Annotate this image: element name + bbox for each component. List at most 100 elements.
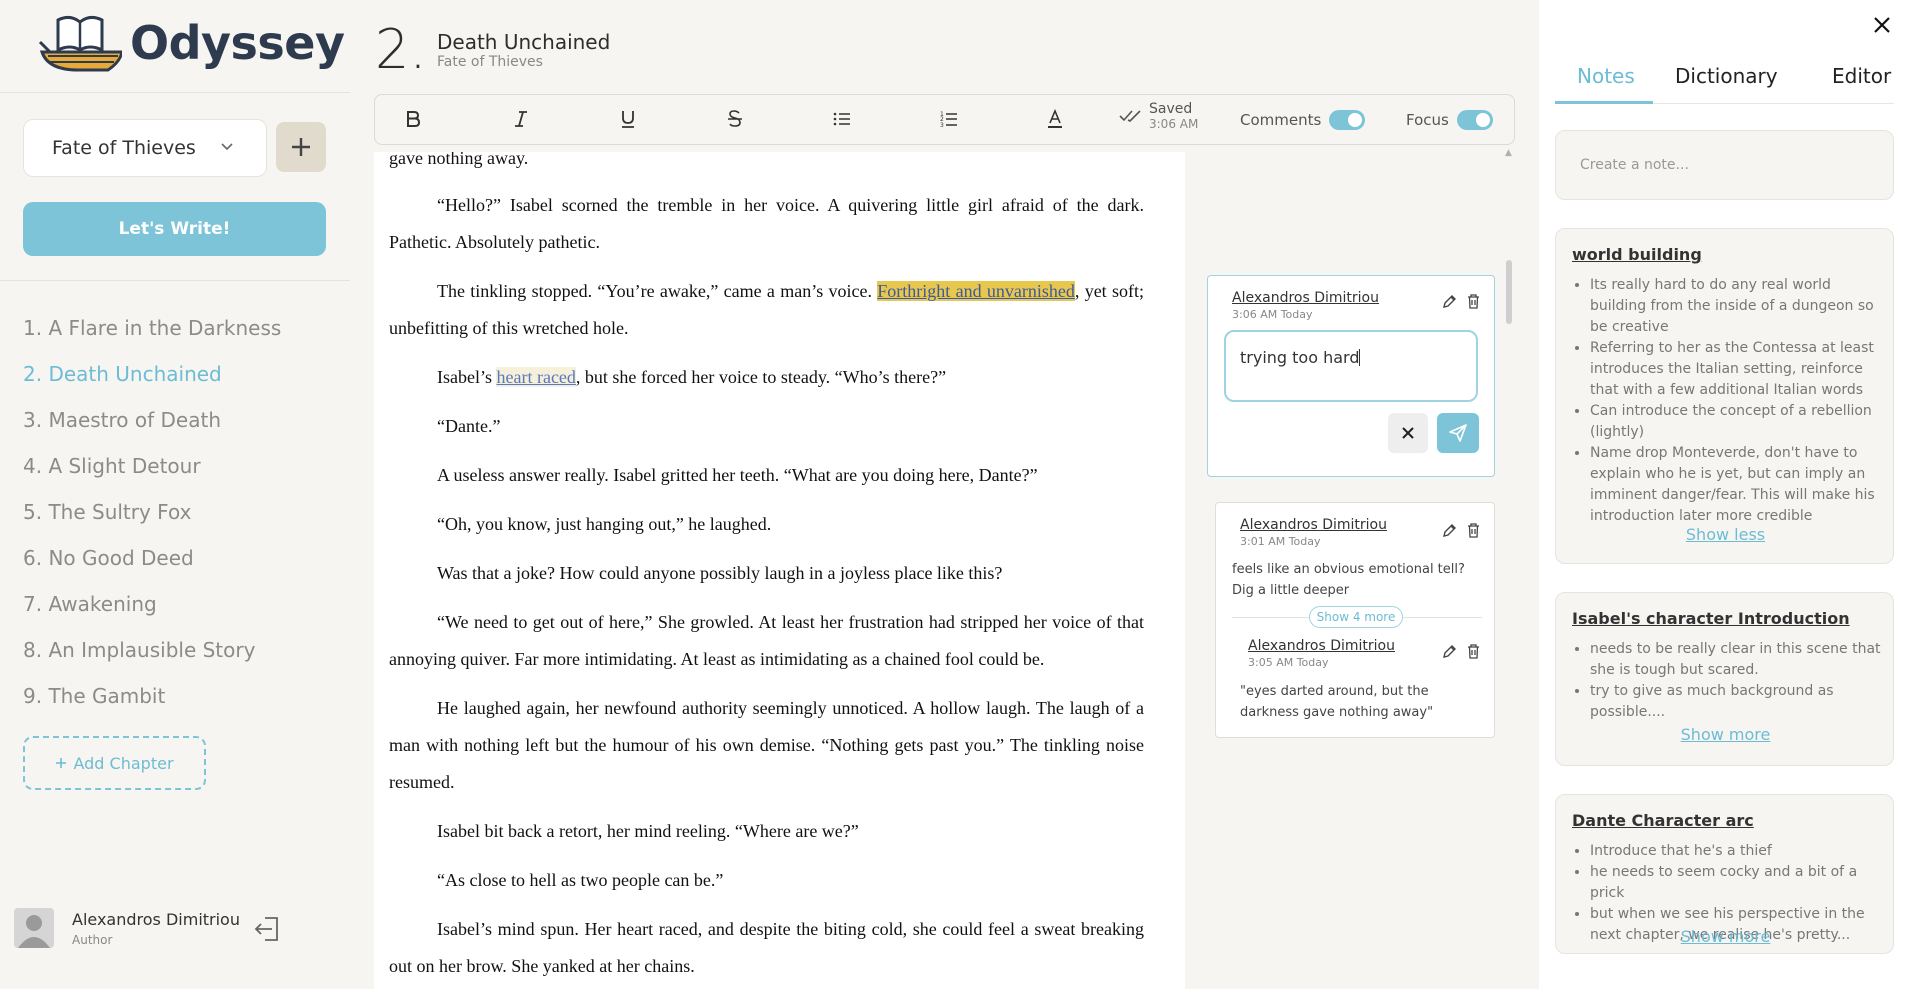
comments-toggle-label: Comments xyxy=(1240,111,1322,129)
trash-icon[interactable] xyxy=(1467,644,1480,659)
paragraph: Isabel’s heart raced, but she forced her… xyxy=(389,359,1144,396)
chapter-item[interactable]: 9. The Gambit xyxy=(23,676,281,722)
show-less-link[interactable]: Show less xyxy=(1556,525,1895,544)
paragraph: Was that a joke? How could anyone possib… xyxy=(437,563,1003,583)
note-title[interactable]: Dante Character arc xyxy=(1572,811,1754,830)
paragraph: Isabel bit back a retort, her mind reeli… xyxy=(437,821,859,841)
note-item: Introduce that he's a thief xyxy=(1590,841,1882,862)
chapter-title: Death Unchained xyxy=(437,30,611,54)
add-chapter-button[interactable]: Add Chapter xyxy=(23,736,206,790)
paragraph: The tinkling stopped. “You’re awake,” ca… xyxy=(389,273,1144,347)
logout-icon[interactable] xyxy=(252,914,282,944)
trash-icon[interactable] xyxy=(1467,294,1480,309)
commented-highlight[interactable]: heart raced xyxy=(496,367,576,387)
chapter-item[interactable]: 8. An Implausible Story xyxy=(23,630,281,676)
numbered-list-icon[interactable]: 123 xyxy=(940,110,958,128)
close-icon xyxy=(1401,426,1415,440)
comments-toggle[interactable] xyxy=(1329,110,1366,130)
show-more-replies-button[interactable]: Show 4 more xyxy=(1309,606,1403,628)
note-title[interactable]: Isabel's character Introduction xyxy=(1572,609,1850,628)
edit-pencil-icon[interactable] xyxy=(1442,523,1457,538)
ship-book-logo-icon xyxy=(38,12,122,74)
editor-scrollbar[interactable] xyxy=(1506,260,1512,324)
focus-toggle[interactable] xyxy=(1456,110,1493,130)
scroll-up-icon[interactable]: ▲ xyxy=(1505,148,1512,158)
paragraph-text: Isabel’s xyxy=(437,367,497,387)
strikethrough-icon[interactable] xyxy=(727,109,743,129)
note-item: Name drop Monteverde, don't have to expl… xyxy=(1590,443,1882,527)
paragraph: Isabel’s mind spun. Her heart raced, and… xyxy=(389,919,1144,976)
comment-time: 3:01 AM Today xyxy=(1240,535,1321,548)
book-select[interactable]: Fate of Thieves xyxy=(23,119,267,177)
lets-write-button[interactable]: Let's Write! xyxy=(23,202,326,256)
chapter-item[interactable]: 6. No Good Deed xyxy=(23,538,281,584)
create-note-input[interactable]: Create a note... xyxy=(1555,130,1894,200)
edit-pencil-icon[interactable] xyxy=(1442,644,1457,659)
chapter-list: 1. A Flare in the Darkness 2. Death Unch… xyxy=(23,308,281,722)
comment-author[interactable]: Alexandros Dimitriou xyxy=(1232,290,1379,306)
add-chapter-label: Add Chapter xyxy=(73,753,174,773)
note-item: Can introduce the concept of a rebellion… xyxy=(1590,401,1882,443)
comment-input-value: trying too hard xyxy=(1240,348,1360,367)
edit-pencil-icon[interactable] xyxy=(1442,294,1457,309)
chapter-item[interactable]: 1. A Flare in the Darkness xyxy=(23,308,281,354)
comment-input[interactable]: trying too hard xyxy=(1224,330,1478,402)
show-more-link[interactable]: Show more xyxy=(1556,927,1895,946)
note-item: Its really hard to do any real world bui… xyxy=(1590,275,1882,338)
comment-time: 3:05 AM Today xyxy=(1248,656,1329,669)
plus-icon xyxy=(290,136,312,158)
manuscript-editor[interactable]: gave nothing away. “Hello?” Isabel scorn… xyxy=(374,152,1185,989)
svg-text:3: 3 xyxy=(940,122,944,128)
text-color-icon[interactable] xyxy=(1047,109,1063,129)
commented-highlight[interactable]: Forthright and unvarnished xyxy=(877,281,1075,301)
underline-icon[interactable] xyxy=(620,109,636,129)
chapter-item[interactable]: 5. The Sultry Fox xyxy=(23,492,281,538)
paragraph: gave nothing away. xyxy=(389,152,529,168)
close-icon[interactable] xyxy=(1873,16,1891,34)
plus-icon xyxy=(55,757,67,769)
cancel-comment-button[interactable] xyxy=(1388,413,1428,453)
active-tab-indicator xyxy=(1555,101,1653,104)
paragraph: “We need to get out of here,” She growle… xyxy=(389,612,1144,669)
tab-notes[interactable]: Notes xyxy=(1577,64,1635,88)
note-list: Its really hard to do any real world bui… xyxy=(1572,275,1882,527)
comment-text: feels like an obvious emotional tell? Di… xyxy=(1232,562,1465,598)
italic-icon[interactable] xyxy=(513,110,529,128)
send-comment-button[interactable] xyxy=(1437,413,1479,453)
double-check-icon xyxy=(1119,109,1143,123)
text-cursor xyxy=(1359,349,1361,366)
paragraph: A useless answer really. Isabel gritted … xyxy=(437,465,1038,485)
sidebar: Odyssey Fate of Thieves Let's Write! 1. … xyxy=(0,0,350,989)
divider xyxy=(0,92,350,93)
chapter-item[interactable]: 7. Awakening xyxy=(23,584,281,630)
app-name: Odyssey xyxy=(130,16,345,70)
saved-time: 3:06 AM xyxy=(1149,117,1199,131)
avatar[interactable] xyxy=(14,908,54,948)
comment-text: "eyes darted around, but the darkness ga… xyxy=(1240,684,1434,720)
send-icon xyxy=(1448,423,1468,443)
tab-dictionary[interactable]: Dictionary xyxy=(1675,64,1778,88)
editor-content[interactable]: gave nothing away. “Hello?” Isabel scorn… xyxy=(389,152,1144,989)
notes-panel: Notes Dictionary Editor Create a note...… xyxy=(1539,0,1910,989)
comment-author[interactable]: Alexandros Dimitriou xyxy=(1240,517,1387,533)
bullet-list-icon[interactable] xyxy=(833,111,851,127)
comment-time: 3:06 AM Today xyxy=(1232,308,1313,321)
save-status: Saved 3:06 AM xyxy=(1119,101,1198,131)
add-book-button[interactable] xyxy=(276,122,326,172)
note-card: Dante Character arc Introduce that he's … xyxy=(1555,794,1894,954)
chevron-down-icon xyxy=(220,142,234,152)
new-comment-card: Alexandros Dimitriou 3:06 AM Today tryin… xyxy=(1207,275,1495,477)
trash-icon[interactable] xyxy=(1467,523,1480,538)
app-logo[interactable]: Odyssey xyxy=(38,12,345,74)
note-item: Referring to her as the Contessa at leas… xyxy=(1590,338,1882,401)
bold-icon[interactable] xyxy=(405,110,421,128)
chapter-item[interactable]: 3. Maestro of Death xyxy=(23,400,281,446)
focus-toggle-group: Focus xyxy=(1406,110,1493,130)
comment-author[interactable]: Alexandros Dimitriou xyxy=(1248,638,1395,654)
note-title[interactable]: world building xyxy=(1572,245,1702,264)
chapter-item[interactable]: 4. A Slight Detour xyxy=(23,446,281,492)
tab-editor[interactable]: Editor xyxy=(1832,64,1891,88)
book-subtitle: Fate of Thieves xyxy=(437,54,543,70)
show-more-link[interactable]: Show more xyxy=(1556,725,1895,744)
chapter-item-active[interactable]: 2. Death Unchained xyxy=(23,354,281,400)
